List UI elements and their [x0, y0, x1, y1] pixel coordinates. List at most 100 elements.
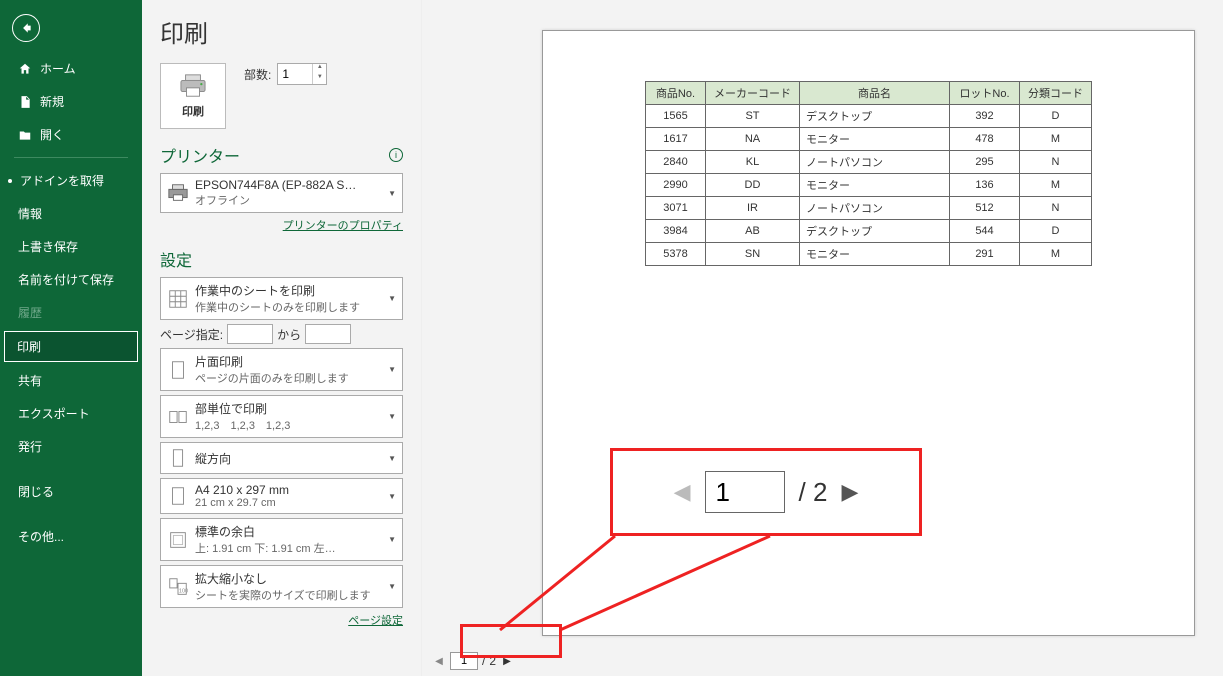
chevron-down-icon: ▼: [388, 492, 396, 501]
nav-publish[interactable]: 発行: [0, 430, 142, 463]
print-button-label: 印刷: [182, 103, 204, 119]
preview-table: 商品No.メーカーコード商品名ロットNo.分類コード 1565STデスクトップ3…: [645, 81, 1092, 266]
table-header: ロットNo.: [950, 82, 1020, 105]
info-icon[interactable]: i: [389, 148, 403, 162]
printer-name: EPSON744F8A (EP-882A S…: [195, 178, 382, 192]
printer-properties-link[interactable]: プリンターのプロパティ: [160, 217, 403, 233]
orientation-select[interactable]: 縦方向 ▼: [160, 442, 403, 474]
nav-label: 上書き保存: [18, 238, 78, 255]
new-icon: [18, 95, 32, 109]
chevron-down-icon: ▼: [388, 365, 396, 374]
nav-history: 履歴: [0, 296, 142, 329]
pages-from-input[interactable]: [227, 324, 273, 344]
copies-spinner[interactable]: ▲▼: [277, 63, 327, 85]
svg-text:100: 100: [179, 588, 188, 594]
nav-label: 閉じる: [18, 483, 54, 500]
nav-label: ホーム: [40, 60, 76, 77]
printer-device-icon: [167, 182, 189, 204]
table-row: 3071IRノートパソコン512N: [646, 197, 1092, 220]
spinner-down-icon[interactable]: ▼: [313, 74, 326, 84]
paper-icon: [167, 485, 189, 507]
page-title: 印刷: [160, 14, 403, 49]
nav-save[interactable]: 上書き保存: [0, 230, 142, 263]
nav-label: 開く: [40, 126, 64, 143]
table-row: 5378SNモニター291M: [646, 243, 1092, 266]
table-row: 2840KLノートパソコン295N: [646, 151, 1092, 174]
pages-sep: から: [277, 326, 301, 343]
copies-label: 部数:: [244, 66, 271, 83]
back-button[interactable]: [12, 14, 40, 42]
nav-share[interactable]: 共有: [0, 364, 142, 397]
paper-select[interactable]: A4 210 x 297 mm 21 cm x 29.7 cm ▼: [160, 478, 403, 514]
preview-page: 商品No.メーカーコード商品名ロットNo.分類コード 1565STデスクトップ3…: [542, 30, 1195, 636]
next-page-button[interactable]: ▶: [500, 654, 514, 668]
pager-bar: ◀ / 2 ▶: [422, 646, 1223, 676]
chevron-down-icon: ▼: [388, 454, 396, 463]
collate-icon: [167, 406, 189, 428]
sides-select[interactable]: 片面印刷 ページの片面のみを印刷します ▼: [160, 348, 403, 391]
nav-export[interactable]: エクスポート: [0, 397, 142, 430]
scaling-icon: 100: [167, 576, 189, 598]
nav-more[interactable]: その他...: [0, 520, 142, 553]
printer-heading: プリンター: [160, 143, 240, 167]
nav-open[interactable]: 開く: [0, 118, 142, 151]
nav-label: 情報: [18, 205, 42, 222]
table-row: 1565STデスクトップ392D: [646, 105, 1092, 128]
single-side-icon: [167, 359, 189, 381]
printer-status: オフライン: [195, 192, 382, 208]
nav-label: 新規: [40, 93, 64, 110]
nav-label: 履歴: [18, 304, 42, 321]
callout-next-icon: ▶: [841, 479, 858, 505]
collate-select[interactable]: 部単位で印刷 1,2,3 1,2,3 1,2,3 ▼: [160, 395, 403, 438]
print-button[interactable]: 印刷: [160, 63, 226, 129]
nav-label: エクスポート: [18, 405, 90, 422]
portrait-icon: [167, 447, 189, 469]
margins-select[interactable]: 標準の余白 上: 1.91 cm 下: 1.91 cm 左… ▼: [160, 518, 403, 561]
nav-new[interactable]: 新規: [0, 85, 142, 118]
pages-to-input[interactable]: [305, 324, 351, 344]
callout-prev-icon: ◀: [674, 479, 691, 505]
nav-label: アドインを取得: [20, 172, 104, 189]
callout-page-input: [705, 471, 785, 513]
page-current-input[interactable]: [450, 652, 478, 670]
print-panel: 印刷 印刷 部数: ▲▼ プリンター i: [142, 0, 422, 676]
prev-page-button[interactable]: ◀: [432, 654, 446, 668]
table-header: メーカーコード: [706, 82, 800, 105]
spinner-up-icon[interactable]: ▲: [313, 64, 326, 74]
nav-label: 印刷: [17, 338, 41, 355]
chevron-down-icon: ▼: [388, 582, 396, 591]
print-preview-area: 商品No.メーカーコード商品名ロットNo.分類コード 1565STデスクトップ3…: [422, 0, 1223, 676]
chevron-down-icon: ▼: [388, 294, 396, 303]
nav-home[interactable]: ホーム: [0, 52, 142, 85]
printer-icon: [178, 73, 208, 99]
table-row: 1617NAモニター478M: [646, 128, 1092, 151]
settings-heading: 設定: [160, 247, 192, 271]
table-header: 商品No.: [646, 82, 706, 105]
chevron-down-icon: ▼: [388, 189, 396, 198]
print-what-select[interactable]: 作業中のシートを印刷 作業中のシートのみを印刷します ▼: [160, 277, 403, 320]
chevron-down-icon: ▼: [388, 412, 396, 421]
copies-input[interactable]: [278, 64, 312, 84]
table-header: 分類コード: [1020, 82, 1092, 105]
table-row: 2990DDモニター136M: [646, 174, 1092, 197]
chevron-down-icon: ▼: [388, 535, 396, 544]
nav-label: その他...: [18, 528, 64, 545]
page-sep: /: [482, 654, 485, 668]
callout-sep: / 2: [799, 477, 828, 508]
pages-label: ページ指定:: [160, 326, 223, 343]
printer-select[interactable]: EPSON744F8A (EP-882A S… オフライン ▼: [160, 173, 403, 213]
margins-icon: [167, 529, 189, 551]
nav-addins[interactable]: アドインを取得: [0, 164, 142, 197]
nav-saveas[interactable]: 名前を付けて保存: [0, 263, 142, 296]
scaling-select[interactable]: 100 拡大縮小なし シートを実際のサイズで印刷します ▼: [160, 565, 403, 608]
home-icon: [18, 62, 32, 76]
nav-close[interactable]: 閉じる: [0, 475, 142, 508]
bullet-icon: [8, 179, 12, 183]
backstage-sidebar: ホーム 新規 開く アドインを取得 情報 上書き保存 名前を付けて保存 履歴 印…: [0, 0, 142, 676]
nav-info[interactable]: 情報: [0, 197, 142, 230]
nav-print[interactable]: 印刷: [4, 331, 138, 362]
table-row: 3984ABデスクトップ544D: [646, 220, 1092, 243]
open-icon: [18, 128, 32, 142]
page-setup-link[interactable]: ページ設定: [160, 612, 403, 628]
nav-label: 名前を付けて保存: [18, 271, 114, 288]
